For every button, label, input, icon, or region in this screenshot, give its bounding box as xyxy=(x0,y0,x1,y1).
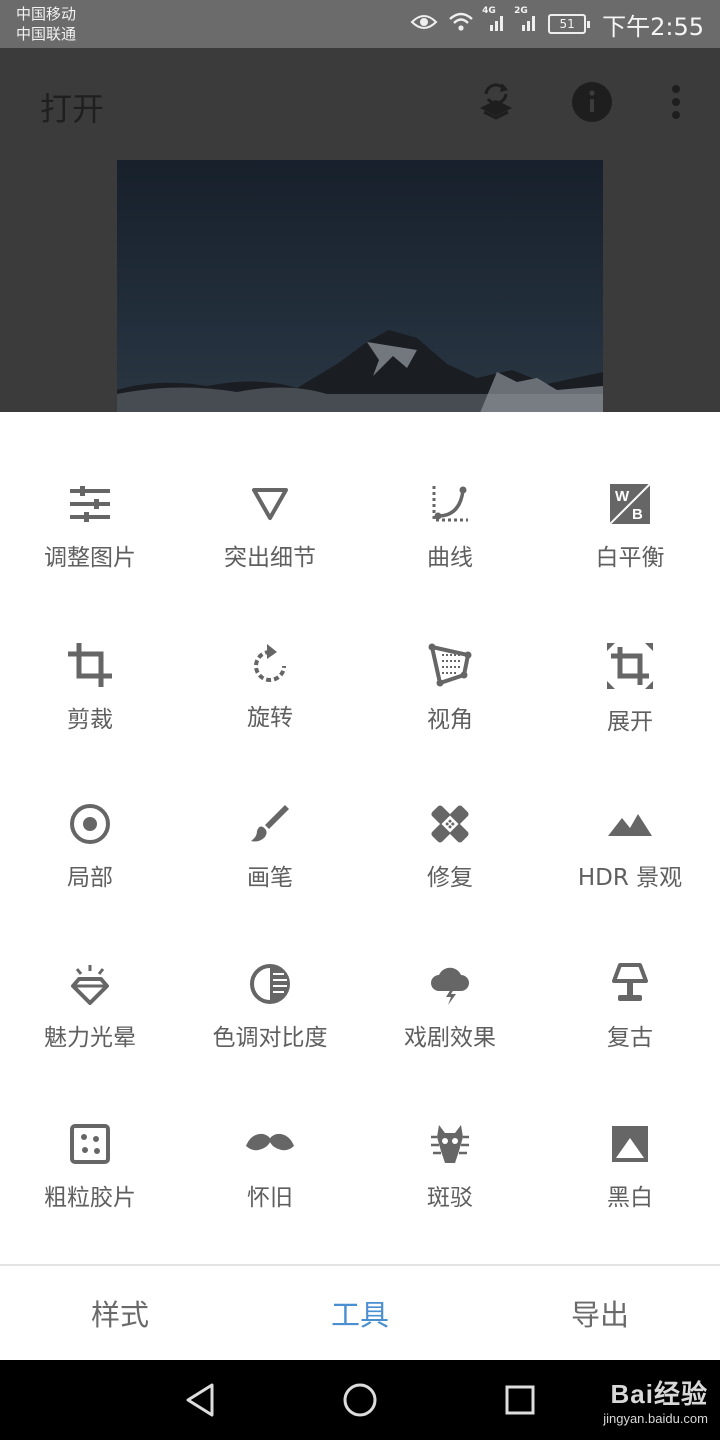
tool-glamour-glow[interactable]: 魅力光晕 xyxy=(0,892,180,1052)
watermark-sub: jingyan.baidu.com xyxy=(603,1411,708,1426)
white-balance-icon: WB xyxy=(606,483,654,525)
signal-1-icon: 4G xyxy=(482,6,506,36)
tool-healing[interactable]: 修复 xyxy=(360,732,540,892)
tool-label: 复古 xyxy=(607,1025,653,1051)
tool-label: 修复 xyxy=(427,865,473,891)
carrier-info: 中国移动 中国联通 xyxy=(16,4,76,44)
tool-crop[interactable]: 剪裁 xyxy=(0,572,180,733)
tool-label: 展开 xyxy=(607,709,653,735)
back-icon[interactable] xyxy=(180,1380,220,1420)
retrolux-mustache-icon xyxy=(246,1123,294,1165)
tool-retrolux[interactable]: 怀旧 xyxy=(180,1052,360,1212)
tool-grainy-film[interactable]: 粗粒胶片 xyxy=(0,1052,180,1212)
vintage-lamp-icon xyxy=(606,963,654,1005)
tool-tune-image[interactable]: 调整图片 xyxy=(0,412,180,572)
hdr-mountain-icon xyxy=(606,803,654,845)
tool-label: 魅力光晕 xyxy=(44,1025,136,1051)
tab-export[interactable]: 导出 xyxy=(480,1266,720,1360)
tool-curves[interactable]: 曲线 xyxy=(360,412,540,572)
details-triangle-icon xyxy=(246,483,294,525)
tool-selective[interactable]: 局部 xyxy=(0,732,180,892)
grunge-icon xyxy=(426,1123,474,1165)
brush-icon xyxy=(246,803,294,845)
tool-label: 视角 xyxy=(427,707,473,733)
black-white-icon xyxy=(606,1123,654,1165)
expand-icon xyxy=(606,643,654,689)
tool-label: HDR 景观 xyxy=(577,865,683,891)
tab-styles[interactable]: 样式 xyxy=(0,1266,240,1360)
wifi-icon xyxy=(448,12,474,36)
tool-white-balance[interactable]: WB 白平衡 xyxy=(540,412,720,572)
tool-label: 曲线 xyxy=(427,545,473,571)
tool-rotate[interactable]: 旋转 xyxy=(180,572,360,732)
crop-icon xyxy=(66,643,114,687)
app-background: 打开 xyxy=(0,48,720,412)
carrier-2: 中国联通 xyxy=(16,25,77,43)
tool-tonal-contrast[interactable]: 色调对比度 xyxy=(180,892,360,1052)
signal-2-icon: 2G xyxy=(514,6,538,36)
tool-label: 戏剧效果 xyxy=(404,1025,496,1051)
glamour-glow-icon xyxy=(66,963,114,1005)
recents-icon[interactable] xyxy=(500,1380,540,1420)
tool-black-white[interactable]: 黑白 xyxy=(540,1052,720,1212)
perspective-icon xyxy=(426,643,474,687)
clock: 下午2:55 xyxy=(602,12,704,41)
tool-label: 旋转 xyxy=(247,705,293,731)
svg-text:B: B xyxy=(632,506,643,523)
system-nav-bar: Bai经验 jingyan.baidu.com xyxy=(0,1360,720,1440)
tune-sliders-icon xyxy=(66,483,114,525)
home-icon[interactable] xyxy=(340,1380,380,1420)
tool-perspective[interactable]: 视角 xyxy=(360,572,540,733)
tonal-contrast-icon xyxy=(246,963,294,1005)
watermark-main: Bai经验 xyxy=(610,1379,708,1409)
tool-details[interactable]: 突出细节 xyxy=(180,412,360,572)
tools-sheet: 调整图片 突出细节 曲线 WB 白平衡 剪裁 旋转 视角 展开 局部 画笔 修复… xyxy=(0,412,720,1264)
selective-icon xyxy=(66,803,114,845)
open-button[interactable]: 打开 xyxy=(40,84,104,130)
tool-grunge[interactable]: 斑驳 xyxy=(360,1052,540,1212)
battery-icon: 51 xyxy=(548,14,591,34)
tool-label: 怀旧 xyxy=(247,1185,293,1211)
grainy-film-icon xyxy=(66,1123,114,1165)
tool-label: 粗粒胶片 xyxy=(44,1185,136,1211)
net-type-2: 2G xyxy=(514,6,528,16)
net-type-1: 4G xyxy=(482,6,496,16)
tool-label: 黑白 xyxy=(607,1185,653,1211)
tool-label: 白平衡 xyxy=(595,545,665,571)
tool-label: 画笔 xyxy=(247,865,293,891)
info-icon[interactable] xyxy=(570,80,614,124)
tab-tools[interactable]: 工具 xyxy=(240,1266,480,1360)
healing-icon xyxy=(426,803,474,845)
svg-text:W: W xyxy=(615,488,630,505)
tool-label: 斑驳 xyxy=(427,1185,473,1211)
tool-label: 局部 xyxy=(67,865,113,891)
photo-preview xyxy=(117,160,603,412)
bottom-tab-bar: 样式 工具 导出 xyxy=(0,1264,720,1360)
battery-level: 51 xyxy=(559,17,575,31)
tool-brush[interactable]: 画笔 xyxy=(180,732,360,892)
tool-expand[interactable]: 展开 xyxy=(540,572,720,735)
drama-cloud-icon xyxy=(426,963,474,1005)
layers-swap-icon[interactable] xyxy=(474,80,518,124)
tool-label: 剪裁 xyxy=(67,707,113,733)
status-bar: 中国移动 中国联通 4G 2G 51 下午2:55 xyxy=(0,0,720,48)
eye-comfort-icon xyxy=(410,12,438,36)
tool-drama[interactable]: 戏剧效果 xyxy=(360,892,540,1052)
more-vert-icon[interactable] xyxy=(654,80,698,124)
curves-icon xyxy=(426,483,474,525)
tool-hdr-scape[interactable]: HDR 景观 xyxy=(540,732,720,892)
tool-label: 色调对比度 xyxy=(212,1025,328,1051)
rotate-icon xyxy=(246,643,294,685)
status-indicators: 4G 2G 51 下午2:55 xyxy=(410,0,704,48)
tool-label: 突出细节 xyxy=(224,545,316,571)
tool-label: 调整图片 xyxy=(44,545,136,571)
carrier-1: 中国移动 xyxy=(16,5,77,23)
watermark: Bai经验 jingyan.baidu.com xyxy=(603,1374,708,1426)
tool-vintage[interactable]: 复古 xyxy=(540,892,720,1052)
